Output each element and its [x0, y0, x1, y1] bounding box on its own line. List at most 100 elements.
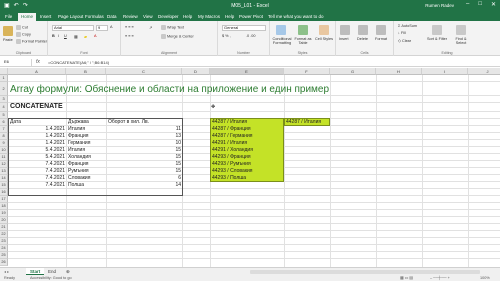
turnover-cell[interactable]: 14	[106, 182, 182, 188]
sheet-tab-start[interactable]: Start	[26, 268, 45, 275]
row-header[interactable]: 16	[0, 189, 8, 196]
format-cells-icon[interactable]	[376, 25, 386, 35]
row-header[interactable]: 19	[0, 210, 8, 217]
user-name[interactable]: Rumen Radev	[425, 3, 454, 8]
country-cell[interactable]: Франция	[67, 133, 89, 139]
tab-data[interactable]: Data	[104, 13, 120, 21]
row-header[interactable]: 22	[0, 231, 8, 238]
merge-center-button[interactable]: Merge & Center	[161, 34, 194, 39]
result-cell[interactable]: 44287 / Германия	[211, 133, 253, 139]
date-cell[interactable]: 7.4.2021	[8, 182, 66, 188]
country-cell[interactable]: Италия	[67, 126, 85, 132]
formula-input[interactable]: =CONCATENATE(A6;" / ";B6:B14)	[48, 60, 109, 65]
date-cell[interactable]: 7.4.2021	[8, 161, 66, 167]
insert-cells-icon[interactable]	[340, 25, 350, 35]
sort-filter-icon[interactable]	[432, 25, 442, 35]
sheet-tab-end[interactable]: End	[44, 268, 60, 275]
row-header[interactable]: 5	[0, 112, 8, 119]
result-cell[interactable]: 44293 / Румъния	[211, 161, 251, 167]
row-header[interactable]: 1	[0, 75, 8, 82]
date-cell[interactable]: 5.4.2021	[8, 147, 66, 153]
f6-cell[interactable]: 44287 / Италия	[285, 119, 321, 125]
paste-icon[interactable]	[3, 26, 13, 36]
close-icon[interactable]: ✕	[491, 1, 496, 8]
turnover-cell[interactable]: 15	[106, 161, 182, 167]
cell-styles-button[interactable]: Cell Styles	[315, 37, 333, 41]
country-cell[interactable]: Словакия	[67, 175, 90, 181]
name-box[interactable]: E6	[2, 59, 32, 66]
country-cell[interactable]: Германия	[67, 140, 90, 146]
format-as-table-button[interactable]: Format as Table	[293, 37, 313, 45]
row-header[interactable]: 17	[0, 196, 8, 203]
turnover-cell[interactable]: 10	[106, 140, 182, 146]
country-cell[interactable]: Румъния	[67, 168, 89, 174]
country-cell[interactable]: Франция	[67, 161, 89, 167]
zoom-level[interactable]: 100%	[480, 276, 490, 280]
tab-insert[interactable]: Insert	[37, 13, 54, 21]
fill-color-icon[interactable]: ▰	[84, 34, 87, 39]
row-header[interactable]: 2	[0, 82, 8, 96]
tab-help-2[interactable]: Help	[222, 13, 237, 21]
tab-help[interactable]: Help	[180, 13, 195, 21]
tab-view[interactable]: View	[140, 13, 156, 21]
turnover-cell[interactable]: 6	[106, 175, 182, 181]
insert-button[interactable]: Insert	[339, 37, 349, 41]
fill-button[interactable]: ↓ Fill	[398, 31, 406, 35]
view-normal-icon[interactable]: ▦ ▭ ▤	[400, 275, 413, 280]
column-header[interactable]: D	[182, 68, 210, 75]
decimal-icon[interactable]: .0 .00	[246, 34, 256, 38]
country-cell[interactable]: Полша	[67, 182, 84, 188]
result-cell[interactable]: 44291 / Италия	[211, 140, 247, 146]
font-size-select[interactable]: 9	[96, 25, 108, 31]
minimize-icon[interactable]: –	[466, 1, 469, 8]
result-cell[interactable]: 44293 / Словакия	[211, 168, 253, 174]
row-header[interactable]: 4	[0, 103, 8, 112]
row-header[interactable]: 18	[0, 203, 8, 210]
clear-button[interactable]: ◇ Clear	[398, 38, 411, 43]
accounting-icon[interactable]: $ % ,	[222, 34, 231, 38]
accessibility-status[interactable]: Accessibility: Good to go	[30, 276, 72, 280]
date-cell[interactable]: 7.4.2021	[8, 168, 66, 174]
result-cell[interactable]: 44293 / Полша	[211, 175, 246, 181]
sort-filter-button[interactable]: Sort & Filter	[426, 37, 448, 41]
row-header[interactable]: 26	[0, 259, 8, 266]
column-header[interactable]: A	[8, 68, 66, 75]
row-header[interactable]: 13	[0, 168, 8, 175]
row-header[interactable]: 20	[0, 217, 8, 224]
column-header[interactable]: I	[422, 68, 468, 75]
date-cell[interactable]: 7.4.2021	[8, 175, 66, 181]
row-header[interactable]: 6	[0, 119, 8, 126]
country-cell[interactable]: Холандия	[67, 154, 91, 160]
align-left-icon[interactable]: ≡ ≡ ≡	[125, 34, 134, 38]
turnover-cell[interactable]: 15	[106, 154, 182, 160]
date-cell[interactable]: 1.4.2021	[8, 126, 66, 132]
column-header[interactable]: C	[106, 68, 182, 75]
number-format-select[interactable]: General	[222, 25, 266, 31]
zoom-slider[interactable]: – ──┼── +	[430, 276, 450, 280]
column-header[interactable]: E	[210, 68, 284, 75]
tab-developer[interactable]: Developer	[155, 13, 182, 21]
row-header[interactable]: 14	[0, 175, 8, 182]
tab-my-macros[interactable]: My Macros	[195, 13, 223, 21]
row-header[interactable]: 9	[0, 140, 8, 147]
column-header[interactable]: F	[284, 68, 330, 75]
format-painter-button[interactable]: Format Painter	[16, 39, 47, 44]
font-name-select[interactable]: Arial	[52, 25, 94, 31]
copy-button[interactable]: Copy	[16, 32, 31, 37]
result-cell[interactable]: 44291 / Холандия	[211, 147, 253, 153]
turnover-cell[interactable]: 15	[106, 147, 182, 153]
row-header[interactable]: 7	[0, 126, 8, 133]
borders-icon[interactable]: ▦	[74, 34, 78, 39]
font-color-icon[interactable]: A	[94, 34, 97, 38]
tab-power-pivot[interactable]: Power Pivot	[236, 13, 266, 21]
result-cell[interactable]: 44287 / Италия	[211, 119, 247, 125]
row-header[interactable]: 25	[0, 252, 8, 259]
row-header[interactable]: 3	[0, 96, 8, 103]
add-sheet-icon[interactable]: ⊕	[62, 268, 74, 275]
conditional-formatting-icon[interactable]	[276, 25, 286, 35]
row-header[interactable]: 21	[0, 224, 8, 231]
row-header[interactable]: 24	[0, 245, 8, 252]
turnover-cell[interactable]: 11	[106, 126, 182, 132]
turnover-cell[interactable]: 13	[106, 133, 182, 139]
bold-icon[interactable]: B	[52, 34, 55, 38]
